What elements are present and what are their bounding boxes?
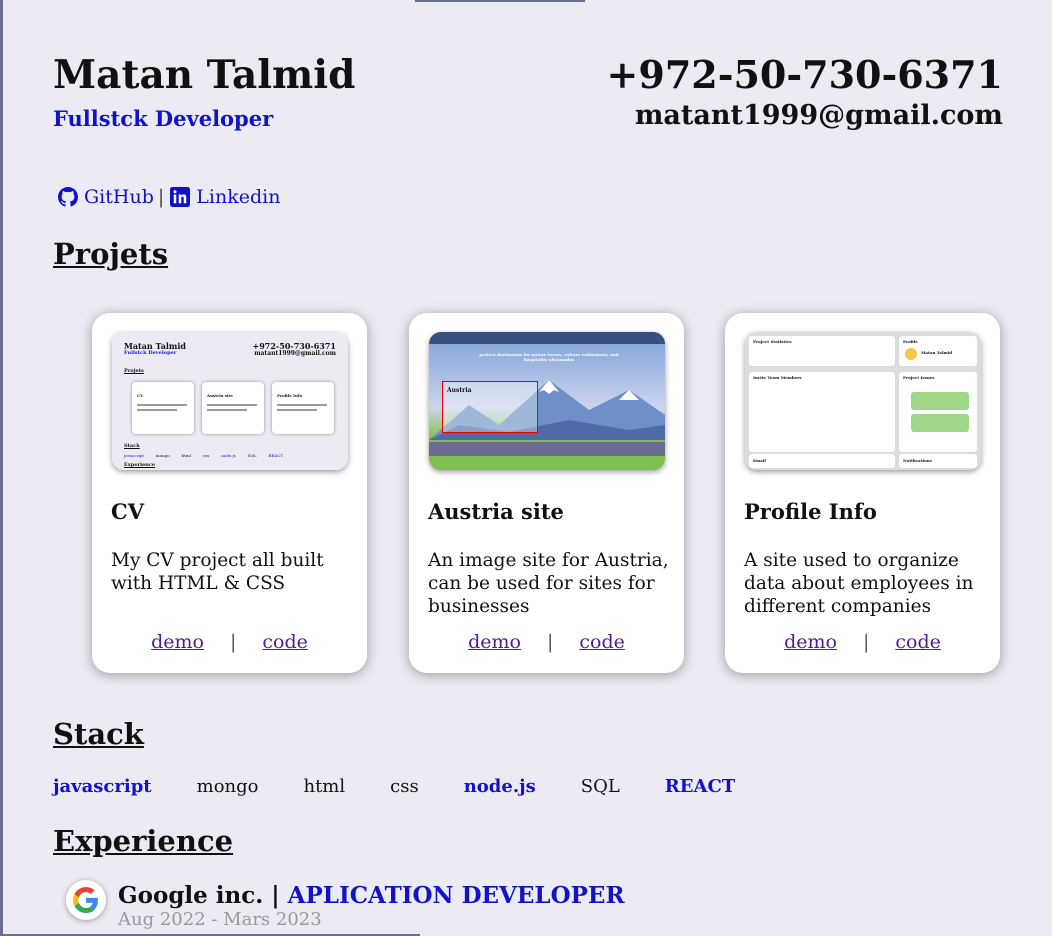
project-card-profile-info: Project Statistics Profile Matan Talmid … (725, 313, 1000, 673)
project-links: demo | code (92, 631, 367, 653)
stack-heading: Stack (53, 717, 144, 751)
projects-heading: Projets (53, 237, 169, 271)
thumb-stack-item: javascript (124, 453, 144, 458)
project-thumbnail-austria[interactable]: perfect destination for nature lovers, c… (429, 332, 665, 470)
thumb-stack: javascript mongo html css node.js SQL RE… (124, 453, 295, 458)
thumb-profile-panel: Profile Matan Talmid (899, 336, 977, 366)
thumb-info-box: Austria (442, 381, 538, 433)
person-name: Matan Talmid (53, 52, 356, 98)
link-separator: | (862, 631, 870, 653)
social-links: GitHub | Linkedin (58, 186, 280, 208)
thumb-notifications-label: Notifications (903, 458, 932, 463)
thumb-issues-title: Project Issues (903, 375, 935, 380)
thumb-road (429, 442, 665, 456)
thumb-stack-item: REACT (268, 453, 284, 458)
experience-dates: Aug 2022 - Mars 2023 (118, 909, 322, 930)
project-card-cv: Matan Talmid Fullstck Developer +972-50-… (92, 313, 367, 673)
experience-heading: Experience (53, 824, 234, 858)
thumb-issue-card (911, 392, 969, 410)
linkedin-label: Linkedin (196, 186, 281, 208)
thumb-team-panel: Invite Team Members (749, 372, 895, 452)
thumb-grass (429, 456, 665, 470)
social-separator: | (157, 186, 165, 208)
thumb-stack-item: css (202, 453, 210, 458)
thumb-email-label: Email (753, 458, 766, 463)
github-icon (58, 187, 78, 207)
link-separator: | (546, 631, 554, 653)
thumb-card-title: Austria site (207, 393, 233, 398)
thumb-projects-heading: Projets (124, 368, 144, 374)
thumb-stack-item: mongo (155, 453, 170, 458)
thumb-role: Fullstck Developer (124, 350, 177, 356)
thumb-card: Profile Info (272, 382, 334, 434)
demo-link[interactable]: demo (151, 631, 204, 653)
thumb-email-panel: Email (749, 454, 895, 468)
linkedin-icon (170, 187, 191, 207)
stack-item: css (390, 776, 419, 797)
window-frame-left (0, 0, 3, 936)
experience-title: Google inc. | APLICATION DEVELOPER (118, 882, 625, 909)
email-address: matant1999@gmail.com (634, 100, 1003, 131)
thumb-card: CV (132, 382, 194, 434)
thumb-headline: perfect destination for nature lovers, c… (479, 352, 619, 362)
project-title: CV (111, 499, 145, 524)
thumb-issues-panel: Project Issues (899, 372, 977, 452)
thumb-card: Austria site (202, 382, 264, 434)
experience-separator: | (271, 882, 280, 909)
thumb-experience-heading: Experience (124, 462, 156, 468)
thumb-stack-item: node.js (221, 453, 236, 458)
link-separator: | (229, 631, 237, 653)
project-description: My CV project all built with HTML & CSS (111, 550, 324, 594)
thumb-team-title: Invite Team Members (753, 375, 802, 380)
github-link[interactable]: GitHub (58, 186, 154, 208)
google-logo-icon (66, 880, 106, 920)
stack-item: html (303, 776, 346, 797)
thumb-profile-title: Profile (903, 339, 918, 344)
project-description: An image site for Austria, can be used f… (428, 550, 669, 617)
window-frame-top (415, 0, 585, 2)
project-links: demo | code (409, 631, 684, 653)
stack-item: REACT (664, 776, 736, 797)
stack-list: javascript mongo html css node.js SQL RE… (53, 776, 780, 797)
code-link[interactable]: code (262, 631, 308, 653)
demo-link[interactable]: demo (784, 631, 837, 653)
code-link[interactable]: code (579, 631, 625, 653)
thumb-stack-item: html (181, 453, 191, 458)
demo-link[interactable]: demo (468, 631, 521, 653)
project-thumbnail-profile-info[interactable]: Project Statistics Profile Matan Talmid … (745, 332, 981, 470)
thumb-issue-card (911, 414, 969, 432)
thumb-stack-heading: Stack (124, 443, 140, 449)
thumb-notifications-panel: Notifications (899, 454, 977, 468)
thumb-card-title: CV (137, 393, 144, 398)
project-links: demo | code (725, 631, 1000, 653)
thumb-avatar (905, 348, 917, 360)
thumb-card-title: Profile Info (277, 393, 303, 398)
stack-item: node.js (463, 776, 536, 797)
stack-item: SQL (580, 776, 620, 797)
thumb-box-title: Austria (447, 387, 472, 394)
experience-role: APLICATION DEVELOPER (287, 882, 625, 909)
code-link[interactable]: code (895, 631, 941, 653)
github-label: GitHub (84, 186, 154, 208)
thumb-profile-name: Matan Talmid (921, 350, 953, 355)
thumb-stats-title: Project Statistics (753, 339, 792, 344)
project-thumbnail-cv[interactable]: Matan Talmid Fullstck Developer +972-50-… (112, 332, 348, 470)
project-card-austria: perfect destination for nature lovers, c… (409, 313, 684, 673)
job-role: Fullstck Developer (53, 106, 274, 131)
resume-header: Matan Talmid Fullstck Developer +972-50-… (53, 52, 1003, 142)
thumb-email: matant1999@gmail.com (254, 350, 336, 357)
thumb-stats-panel: Project Statistics (749, 336, 895, 366)
project-description: A site used to organize data about emplo… (744, 550, 974, 617)
thumb-stack-item: SQL (247, 453, 257, 458)
experience-company: Google inc. (118, 882, 264, 909)
phone-number: +972-50-730-6371 (606, 52, 1003, 97)
linkedin-link[interactable]: Linkedin (170, 186, 280, 208)
project-title: Profile Info (744, 499, 877, 524)
project-title: Austria site (428, 499, 564, 524)
thumb-navbar (429, 332, 665, 344)
stack-item: mongo (196, 776, 259, 797)
stack-item: javascript (53, 776, 152, 797)
